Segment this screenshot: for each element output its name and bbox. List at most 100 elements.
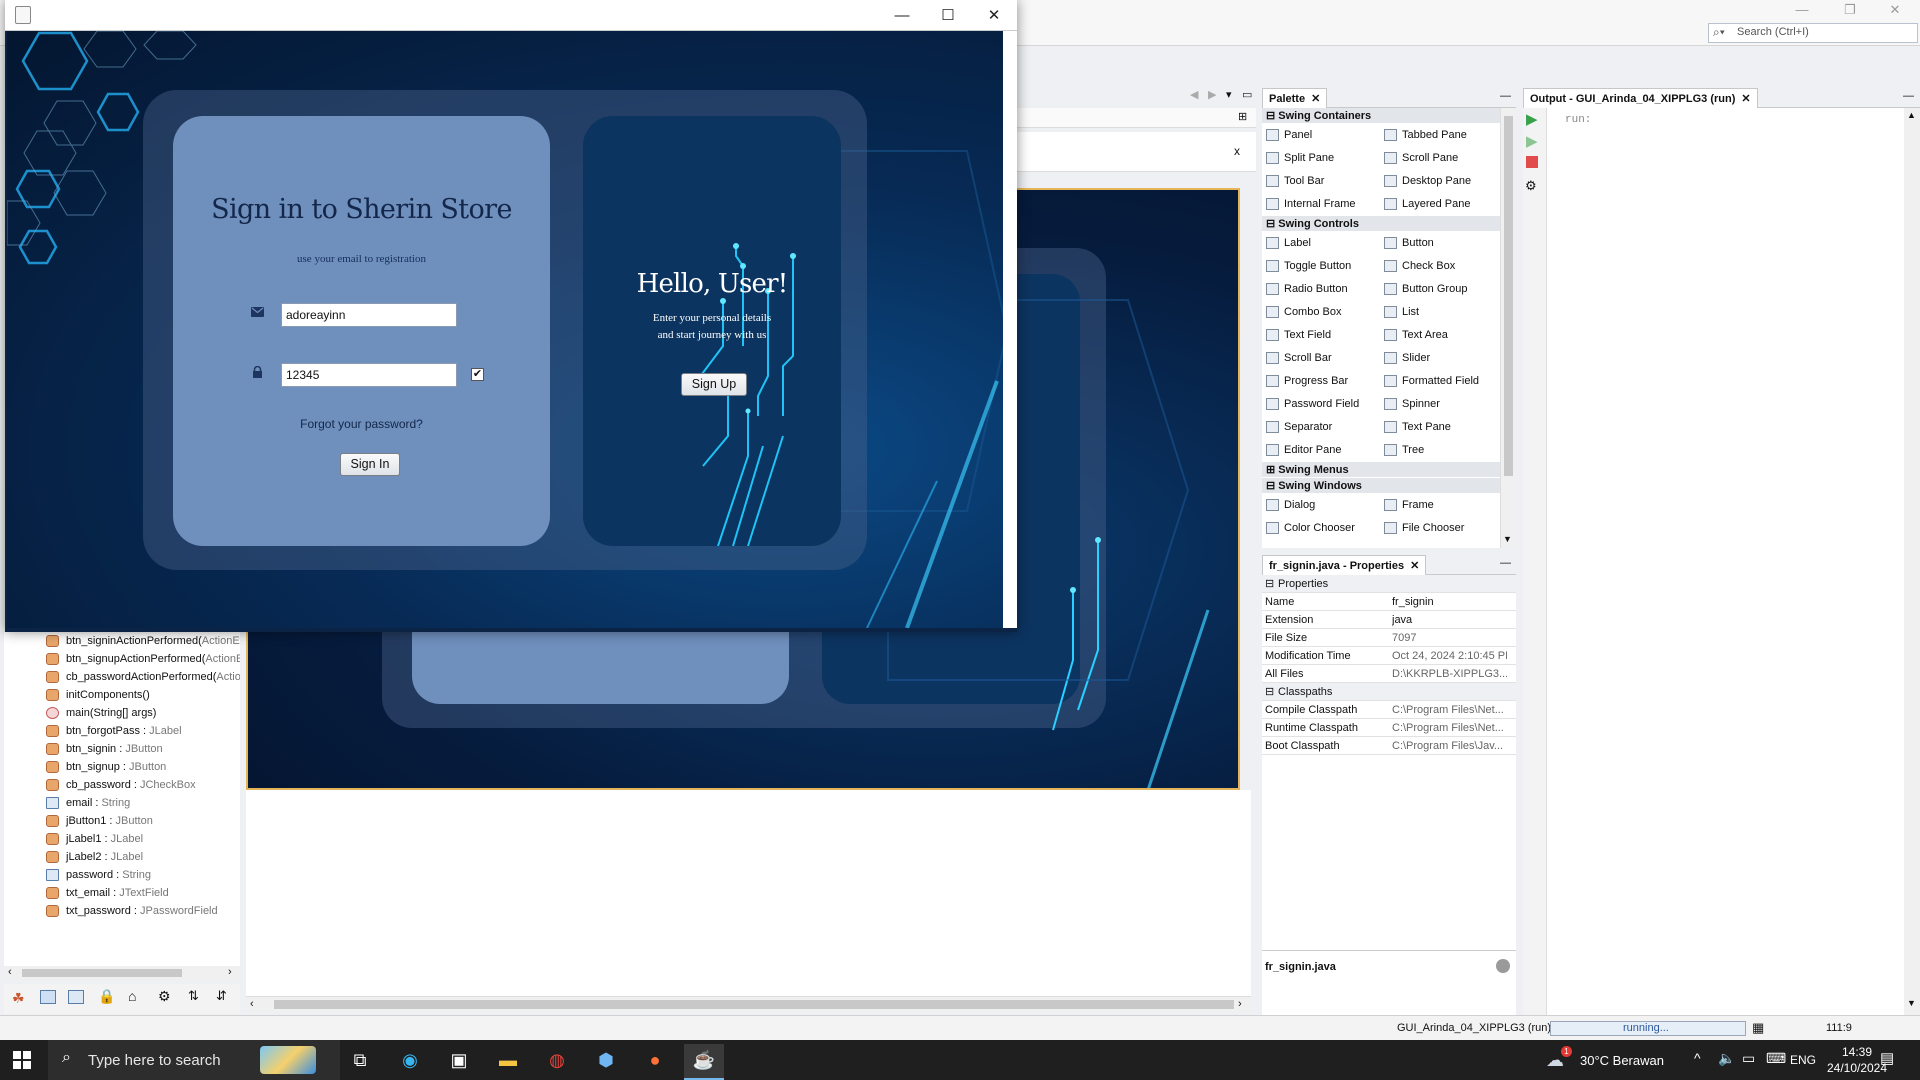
scroll-down-icon[interactable]: ▼: [1907, 998, 1916, 1008]
palette-category[interactable]: ⊞ Swing Menus: [1262, 462, 1500, 477]
scroll-left-arrow-icon[interactable]: ‹: [250, 998, 254, 1010]
property-value[interactable]: java: [1392, 611, 1507, 629]
ide-restore-button[interactable]: ❐: [1830, 0, 1870, 22]
palette-item[interactable]: Combo Box: [1262, 301, 1380, 323]
minimize-icon[interactable]: —: [1500, 557, 1511, 569]
tree-node[interactable]: btn_signupActionPerformed(ActionE: [4, 650, 240, 668]
tab-properties[interactable]: fr_signin.java - Properties ✕: [1262, 555, 1427, 575]
palette-item[interactable]: Button: [1380, 232, 1498, 254]
tree-node[interactable]: cb_password : JCheckBox: [4, 776, 240, 794]
java-app-icon[interactable]: ☕: [684, 1044, 724, 1080]
language-indicator[interactable]: ENG: [1790, 1053, 1816, 1067]
rerun-icon[interactable]: ▶: [1526, 110, 1538, 128]
forgot-password-link[interactable]: Forgot your password?: [173, 417, 550, 431]
palette-item[interactable]: Split Pane: [1262, 147, 1380, 169]
tree-node[interactable]: btn_signup : JButton: [4, 758, 240, 776]
property-value[interactable]: fr_signin: [1392, 593, 1507, 611]
scroll-right-icon[interactable]: ▶: [1208, 88, 1216, 101]
palette-item[interactable]: File Chooser: [1380, 517, 1498, 539]
close-icon[interactable]: ✕: [1410, 560, 1419, 572]
palette-item[interactable]: Layered Pane: [1380, 193, 1498, 215]
property-row[interactable]: Modification Time Oct 24, 2024 2:10:45 PM: [1262, 647, 1516, 665]
collapse-icon[interactable]: ⊟: [1266, 480, 1278, 492]
close-icon[interactable]: ✕: [1741, 93, 1750, 105]
fields-filter-icon[interactable]: ☘: [12, 990, 25, 1007]
firefox-icon[interactable]: ●: [635, 1044, 675, 1076]
taskbar-search-box[interactable]: ⌕ Type here to search: [48, 1040, 340, 1080]
status-progress-bar[interactable]: running...: [1550, 1021, 1746, 1036]
palette-item[interactable]: Slider: [1380, 347, 1498, 369]
palette-item[interactable]: Spinner: [1380, 393, 1498, 415]
signin-button[interactable]: Sign In: [340, 453, 400, 476]
weather-text[interactable]: 30°C Berawan: [1580, 1053, 1664, 1068]
tree-node[interactable]: txt_password : JPasswordField: [4, 902, 240, 920]
palette-item[interactable]: Button Group: [1380, 278, 1498, 300]
notifications-icon[interactable]: ▤: [1880, 1049, 1894, 1067]
palette-item[interactable]: Frame: [1380, 494, 1498, 516]
nonpublic-filter-icon[interactable]: [68, 990, 84, 1004]
palette-item[interactable]: Dialog: [1262, 494, 1380, 516]
collapse-icon[interactable]: ⊟: [1266, 110, 1278, 122]
collapse-icon[interactable]: ⊞: [1266, 464, 1278, 476]
editor-hscrollbar[interactable]: ‹ ›: [246, 996, 1251, 1012]
property-value[interactable]: 7097: [1392, 629, 1507, 647]
editor-infobar-close-icon[interactable]: x: [1234, 144, 1240, 158]
palette-scroll-thumb[interactable]: [1504, 116, 1513, 476]
sort-alpha-icon[interactable]: ⇅: [188, 988, 199, 1004]
palette-item[interactable]: Tool Bar: [1262, 170, 1380, 192]
collapse-icon[interactable]: ⊟: [1265, 575, 1274, 593]
property-row[interactable]: All Files D:\KKRPLB-XIPPLG3...: [1262, 665, 1516, 683]
property-row[interactable]: Extension java: [1262, 611, 1516, 629]
navigator-hscroll-thumb[interactable]: [22, 969, 182, 977]
property-value[interactable]: C:\Program Files\Net...: [1392, 719, 1507, 737]
password-field[interactable]: 12345: [281, 363, 457, 387]
palette-item[interactable]: Scroll Bar: [1262, 347, 1380, 369]
close-icon[interactable]: ✕: [1311, 93, 1320, 105]
output-scrollbar[interactable]: ▲ ▼: [1904, 108, 1920, 1015]
tab-palette[interactable]: Palette ✕: [1262, 88, 1328, 108]
help-icon[interactable]: [1496, 959, 1510, 973]
scroll-down-icon[interactable]: ▼: [1503, 534, 1512, 544]
rerun-with-options-icon[interactable]: ▶: [1526, 132, 1538, 150]
window-titlebar[interactable]: — ☐ ✕: [5, 0, 1017, 31]
scroll-left-icon[interactable]: ◀: [1190, 88, 1198, 101]
palette-item[interactable]: List: [1380, 301, 1498, 323]
palette-item[interactable]: Internal Frame: [1262, 193, 1380, 215]
scroll-left-arrow-icon[interactable]: ‹: [8, 966, 12, 978]
ide-minimize-button[interactable]: —: [1782, 0, 1822, 22]
show-password-checkbox[interactable]: ✔: [471, 368, 484, 381]
file-explorer-icon[interactable]: ▬: [488, 1044, 528, 1076]
volume-icon[interactable]: 🔈: [1718, 1050, 1735, 1067]
palette-item[interactable]: Label: [1262, 232, 1380, 254]
editor-toolbar-grid-icon[interactable]: ⊞: [1238, 110, 1247, 123]
palette-item[interactable]: Formatted Field: [1380, 370, 1498, 392]
palette-item[interactable]: Separator: [1262, 416, 1380, 438]
ide-search-input[interactable]: ⌕▾ Search (Ctrl+I): [1708, 23, 1918, 43]
property-row[interactable]: Name fr_signin: [1262, 593, 1516, 611]
palette-scrollbar[interactable]: ▼: [1500, 108, 1516, 548]
properties-section[interactable]: ⊟ Properties: [1262, 575, 1516, 593]
palette-item[interactable]: Tree: [1380, 439, 1498, 461]
palette-item[interactable]: Progress Bar: [1262, 370, 1380, 392]
palette-category[interactable]: ⊟ Swing Containers: [1262, 108, 1500, 123]
palette-item[interactable]: Text Area: [1380, 324, 1498, 346]
tree-node[interactable]: btn_signin : JButton: [4, 740, 240, 758]
signup-button[interactable]: Sign Up: [681, 373, 747, 396]
maximize-button[interactable]: ☐: [925, 0, 971, 31]
settings-icon[interactable]: ⚙: [1525, 178, 1537, 194]
store-icon[interactable]: ▣: [439, 1044, 479, 1076]
property-row[interactable]: Boot Classpath C:\Program Files\Jav...: [1262, 737, 1516, 755]
stop-icon[interactable]: [1526, 156, 1538, 168]
task-view-icon[interactable]: ⧉: [340, 1044, 380, 1076]
palette-item[interactable]: Color Chooser: [1262, 517, 1380, 539]
tree-node[interactable]: jLabel1 : JLabel: [4, 830, 240, 848]
tree-node[interactable]: btn_forgotPass : JLabel: [4, 722, 240, 740]
static-filter-icon[interactable]: [40, 990, 56, 1004]
palette-item[interactable]: Desktop Pane: [1380, 170, 1498, 192]
chevron-up-icon[interactable]: ^: [1694, 1050, 1701, 1066]
tree-node[interactable]: initComponents(): [4, 686, 240, 704]
close-button[interactable]: ✕: [971, 0, 1017, 31]
palette-item[interactable]: Check Box: [1380, 255, 1498, 277]
palette-item[interactable]: Editor Pane: [1262, 439, 1380, 461]
maximize-icon[interactable]: ▭: [1242, 88, 1252, 101]
